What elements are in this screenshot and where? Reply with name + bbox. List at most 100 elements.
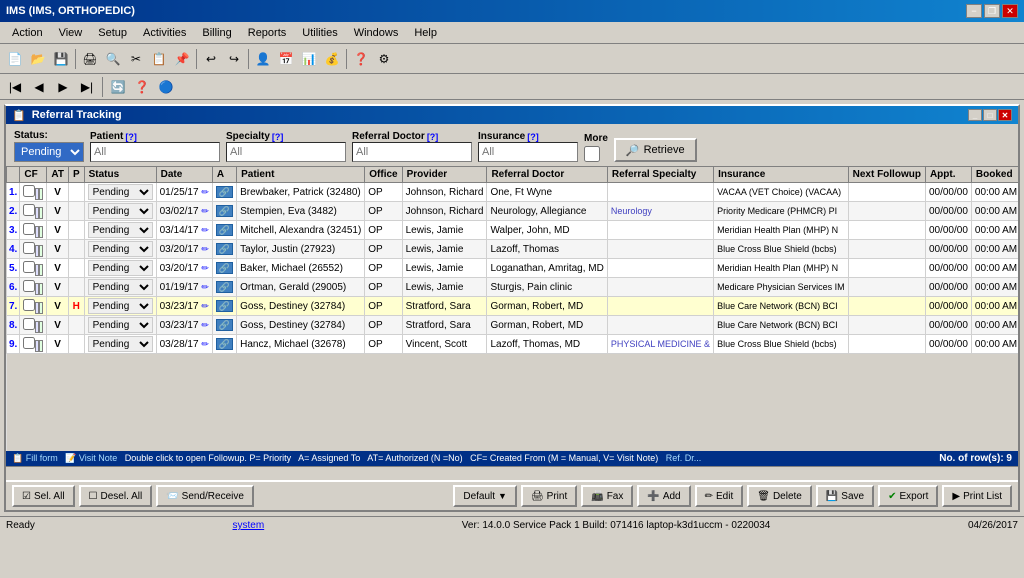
table-row[interactable]: 5. V Pending 03/20/17 ✏ 🔗 Baker, Michael… [7,259,1019,278]
last-btn[interactable]: ▶| [76,76,98,98]
export-button[interactable]: ✔ Export [878,485,938,507]
help-toolbar-btn[interactable]: ❓ [350,48,372,70]
first-btn[interactable]: |◀ [4,76,26,98]
referral-doctor-input[interactable] [352,142,472,162]
new-btn[interactable]: 📄 [4,48,26,70]
row-ref-icon[interactable]: 🔗 [216,205,233,217]
retrieve-button[interactable]: 🔎 Retrieve [614,138,697,162]
referral-doctor-help-icon[interactable]: [?] [427,132,439,142]
fill-form-link[interactable]: 📋 Fill form [12,453,58,463]
status-select[interactable]: Pending Active Closed [14,142,84,162]
table-row[interactable]: 9. V Pending 03/28/17 ✏ 🔗 Hancz, Michael… [7,335,1019,354]
menu-help[interactable]: Help [406,25,445,41]
close-button[interactable]: ✕ [1002,4,1018,18]
row-checkbox[interactable] [23,318,35,330]
system-link[interactable]: system [233,520,265,531]
paste-btn[interactable]: 📌 [171,48,193,70]
row-checkbox[interactable] [23,299,35,311]
row-status-select[interactable]: Pending [88,203,153,219]
specialty-help-icon[interactable]: [?] [272,132,284,142]
desel-all-button[interactable]: ☐ Desel. All [79,485,153,507]
menu-billing[interactable]: Billing [194,25,239,41]
default-button[interactable]: Default ▼ [453,485,517,507]
row-edit-icon[interactable]: ✏ [201,263,209,273]
cut-btn[interactable]: ✂ [125,48,147,70]
row-ref-icon[interactable]: 🔗 [216,281,233,293]
menu-action[interactable]: Action [4,25,51,41]
row-checkbox[interactable] [23,242,35,254]
row-checkbox[interactable] [23,223,35,235]
visit-note-link[interactable]: 📝 Visit Note [65,453,117,463]
schedule-btn[interactable]: 📅 [275,48,297,70]
chart-btn[interactable]: 📊 [298,48,320,70]
row-ref-icon[interactable]: 🔗 [216,262,233,274]
row-status-select[interactable]: Pending [88,317,153,333]
more-checkbox[interactable] [584,146,600,162]
row-checkbox[interactable] [23,337,35,349]
settings-btn[interactable]: ⚙ [373,48,395,70]
row-status-select[interactable]: Pending [88,298,153,314]
copy-btn[interactable]: 📋 [148,48,170,70]
billing-btn[interactable]: 💰 [321,48,343,70]
prev-btn[interactable]: ◀ [28,76,50,98]
preview-btn[interactable]: 🔍 [102,48,124,70]
row-status-select[interactable]: Pending [88,260,153,276]
menu-utilities[interactable]: Utilities [294,25,345,41]
row-checkbox[interactable] [23,204,35,216]
row-ref-icon[interactable]: 🔗 [216,319,233,331]
row-ref-icon[interactable]: 🔗 [216,338,233,350]
row-checkbox[interactable] [23,185,35,197]
row-status-select[interactable]: Pending [88,279,153,295]
restore-button[interactable]: ❐ [984,4,1000,18]
row-edit-icon[interactable]: ✏ [201,225,209,235]
win-close[interactable]: ✕ [998,109,1012,121]
save-toolbar-btn[interactable]: 💾 [50,48,72,70]
print-button[interactable]: 🖨 Print [521,485,577,507]
win-minimize[interactable]: _ [968,109,982,121]
row-ref-icon[interactable]: 🔗 [216,300,233,312]
extra-btn[interactable]: 🔵 [155,76,177,98]
table-row[interactable]: 2. V Pending 03/02/17 ✏ 🔗 Stempien, Eva … [7,202,1019,221]
patient-help-icon[interactable]: [?] [125,132,137,142]
patient-input[interactable] [90,142,220,162]
redo-btn[interactable]: ↪ [223,48,245,70]
row-edit-icon[interactable]: ✏ [201,339,209,349]
specialty-input[interactable] [226,142,346,162]
help2-btn[interactable]: ❓ [131,76,153,98]
menu-activities[interactable]: Activities [135,25,194,41]
row-edit-icon[interactable]: ✏ [201,282,209,292]
row-ref-icon[interactable]: 🔗 [216,186,233,198]
row-status-select[interactable]: Pending [88,241,153,257]
table-row[interactable]: 1. V Pending 01/25/17 ✏ 🔗 Brewbaker, Pat… [7,183,1019,202]
row-edit-icon[interactable]: ✏ [201,301,209,311]
table-row[interactable]: 6. V Pending 01/19/17 ✏ 🔗 Ortman, Gerald… [7,278,1019,297]
menu-windows[interactable]: Windows [346,25,407,41]
delete-button[interactable]: 🗑 Delete [747,485,812,507]
print-list-button[interactable]: ▶ Print List [942,485,1012,507]
menu-reports[interactable]: Reports [240,25,295,41]
minimize-button[interactable]: − [966,4,982,18]
row-edit-icon[interactable]: ✏ [201,187,209,197]
row-checkbox[interactable] [23,280,35,292]
row-status-select[interactable]: Pending [88,336,153,352]
row-edit-icon[interactable]: ✏ [201,320,209,330]
add-button[interactable]: ➕ Add [637,485,690,507]
send-receive-button[interactable]: 📨 Send/Receive [156,485,254,507]
insurance-help-icon[interactable]: [?] [527,132,539,142]
menu-setup[interactable]: Setup [90,25,135,41]
table-row[interactable]: 8. V Pending 03/23/17 ✏ 🔗 Goss, Destiney… [7,316,1019,335]
table-row[interactable]: 4. V Pending 03/20/17 ✏ 🔗 Taylor, Justin… [7,240,1019,259]
refresh-btn[interactable]: 🔄 [107,76,129,98]
row-ref-icon[interactable]: 🔗 [216,243,233,255]
insurance-input[interactable] [478,142,578,162]
undo-btn[interactable]: ↩ [200,48,222,70]
sel-all-button[interactable]: ☑ Sel. All [12,485,75,507]
row-status-select[interactable]: Pending [88,184,153,200]
open-btn[interactable]: 📂 [27,48,49,70]
print-toolbar-btn[interactable]: 🖨 [79,48,101,70]
row-status-select[interactable]: Pending [88,222,153,238]
row-edit-icon[interactable]: ✏ [201,244,209,254]
table-row[interactable]: 7. V H Pending 03/23/17 ✏ 🔗 Goss, Destin… [7,297,1019,316]
scroll-row[interactable] [6,466,1018,480]
fax-button[interactable]: 📠 Fax [581,485,633,507]
